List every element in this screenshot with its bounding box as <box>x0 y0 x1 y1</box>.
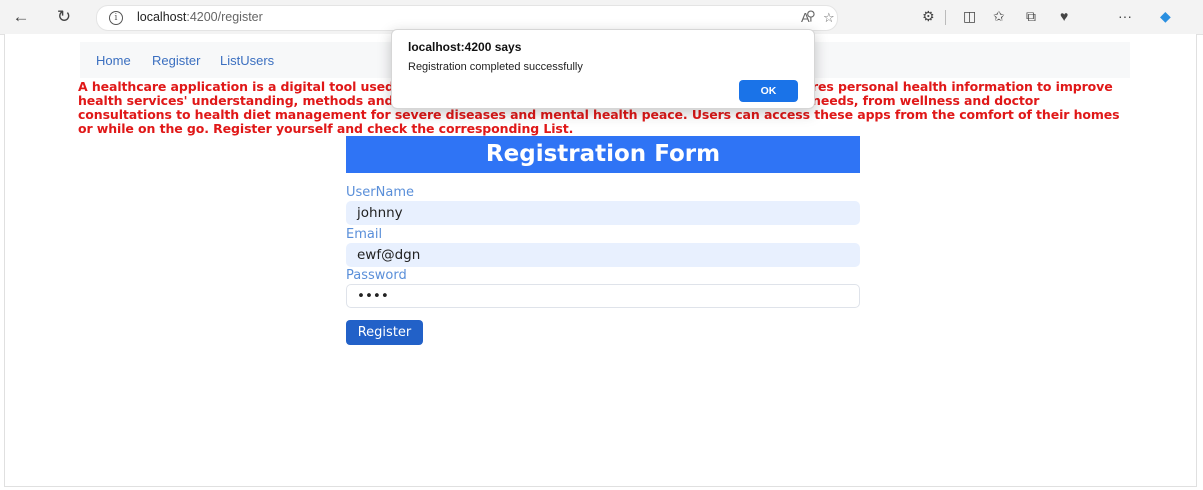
dialog-title: localhost:4200 says <box>408 40 522 54</box>
info-icon[interactable]: i <box>109 11 123 25</box>
more-options-icon[interactable]: ··· <box>1118 8 1132 24</box>
username-label: UserName <box>346 185 414 200</box>
nav-link-register[interactable]: Register <box>152 53 200 68</box>
health-heart-icon[interactable]: ♥ <box>1060 8 1068 24</box>
email-input[interactable]: ewf@dgn <box>346 243 860 267</box>
address-bar[interactable]: i localhost:4200/register A ☆ <box>96 5 838 31</box>
split-screen-icon[interactable]: ◫ <box>963 8 976 25</box>
favorite-star-icon[interactable]: ☆ <box>823 10 835 26</box>
password-label: Password <box>346 268 407 283</box>
extensions-icon[interactable]: ⚙ <box>922 8 935 25</box>
email-label: Email <box>346 227 383 242</box>
nav-link-home[interactable]: Home <box>96 53 131 68</box>
register-button[interactable]: Register <box>346 320 423 345</box>
nav-link-list-users[interactable]: ListUsers <box>220 53 274 68</box>
password-input[interactable]: •••• <box>346 284 860 308</box>
dialog-message: Registration completed successfully <box>408 61 583 73</box>
username-input[interactable]: johnny <box>346 201 860 225</box>
key-icon[interactable]: ⚲ <box>806 8 816 24</box>
collections-icon[interactable]: ⧉ <box>1026 8 1036 25</box>
back-arrow-icon[interactable]: ← <box>10 6 32 28</box>
alert-dialog: localhost:4200 says Registration complet… <box>391 29 815 109</box>
copilot-icon[interactable]: ◆ <box>1160 8 1171 25</box>
form-title: Registration Form <box>346 136 860 173</box>
favorites-list-icon[interactable]: ✩ <box>993 8 1005 25</box>
url-text[interactable]: localhost:4200/register <box>137 10 263 24</box>
dialog-ok-button[interactable]: OK <box>739 80 798 102</box>
refresh-icon[interactable]: ↻ <box>53 6 75 28</box>
toolbar-divider <box>945 10 946 25</box>
